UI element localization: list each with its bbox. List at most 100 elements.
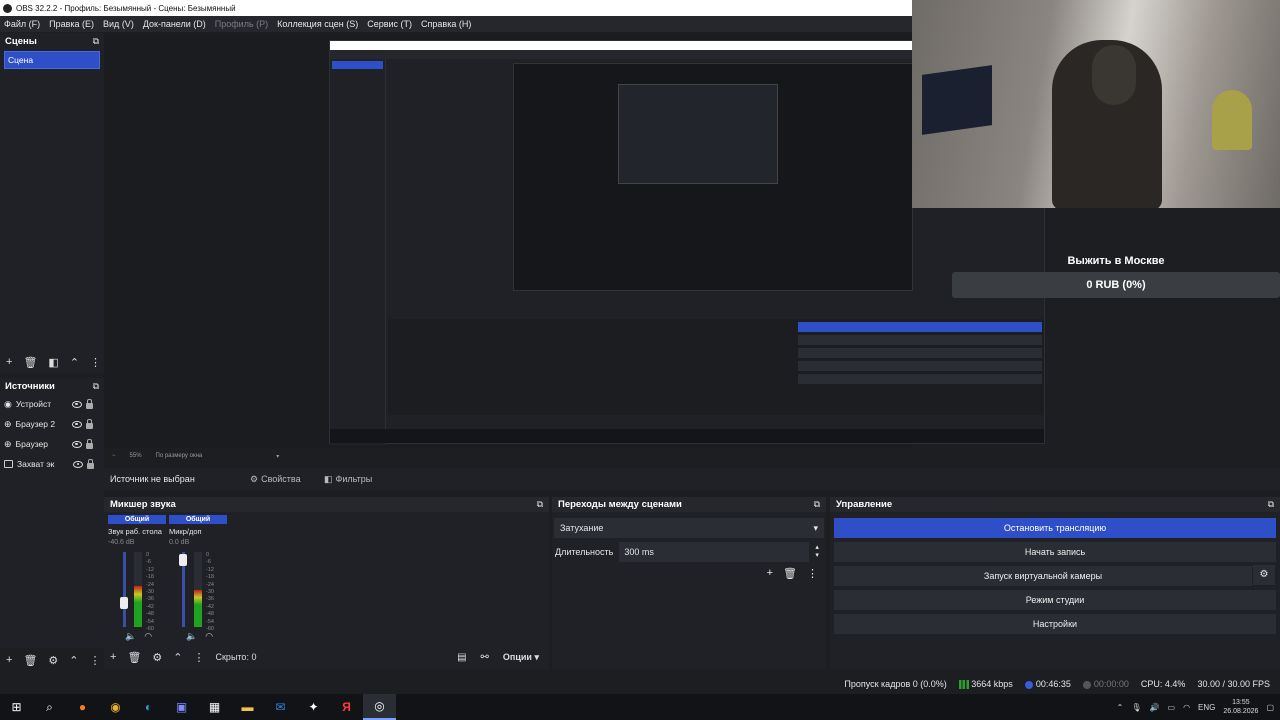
gear-icon[interactable]: ⚙ xyxy=(152,651,162,664)
add-icon[interactable]: + xyxy=(110,651,116,663)
virtual-cam-button[interactable]: Запуск виртуальной камеры xyxy=(984,571,1102,581)
wifi-icon[interactable]: ◠ xyxy=(1183,703,1190,712)
eye-icon[interactable] xyxy=(71,420,82,428)
undock-icon[interactable]: ⧉ xyxy=(537,499,543,510)
nested-scene xyxy=(332,61,383,69)
duration-input[interactable]: 300 ms xyxy=(619,542,810,562)
menu-file[interactable]: Файл (F) xyxy=(4,19,40,29)
firefox-icon[interactable]: ● xyxy=(66,694,99,720)
move-up-icon[interactable]: ⌃ xyxy=(173,651,182,664)
studio-mode-button[interactable]: Режим студии xyxy=(834,590,1276,610)
move-up-icon[interactable]: ⌃ xyxy=(70,356,79,369)
clock[interactable]: 13:55 26.08.2026 xyxy=(1223,698,1258,716)
trash-icon[interactable]: 🗑 xyxy=(127,651,141,664)
more-icon[interactable]: ⋮ xyxy=(807,567,818,580)
headphones-icon[interactable]: ◠ xyxy=(144,631,152,642)
trash-icon[interactable]: 🗑 xyxy=(23,654,37,667)
start-icon[interactable]: ⊞ xyxy=(0,694,33,720)
scenes-dock: Сцены ⧉ Сцена + 🗑 ◧ ⌃ ⋮ xyxy=(0,33,104,373)
sources-title: Источники xyxy=(5,380,55,392)
menu-scene-collection[interactable]: Коллекция сцен (S) xyxy=(277,19,358,29)
lock-icon[interactable] xyxy=(85,418,93,429)
chevron-up-icon[interactable]: ⌃ xyxy=(1117,703,1124,712)
undock-icon[interactable]: ⧉ xyxy=(814,499,820,510)
transition-select[interactable]: Затухание ▾ xyxy=(554,518,824,538)
link-icon[interactable]: ⚯ xyxy=(481,652,489,663)
eye-icon[interactable] xyxy=(73,460,83,468)
window-title: OBS 32.2.2 - Профиль: Безымянный - Сцены… xyxy=(16,3,236,13)
start-record-button[interactable]: Начать запись xyxy=(834,542,1276,562)
speaker-icon[interactable]: 🔈 xyxy=(186,631,197,642)
zoom-fit[interactable]: По размеру окна xyxy=(156,453,203,459)
scale-tick: 0 xyxy=(206,552,210,558)
chevron-down-icon[interactable]: ▾ xyxy=(276,453,279,460)
zoom-level[interactable]: 55% xyxy=(130,453,142,459)
stop-stream-button[interactable]: Остановить трансляцию xyxy=(834,518,1276,538)
edge-icon[interactable]: ◐ xyxy=(132,694,165,720)
more-icon[interactable]: ⋮ xyxy=(194,651,205,664)
more-icon[interactable]: ⋮ xyxy=(90,654,101,667)
filters-button[interactable]: ◧ Фильтры xyxy=(324,474,398,485)
source-row[interactable]: ⊕ Браузер 2 xyxy=(0,414,104,434)
undock-icon[interactable]: ⧉ xyxy=(1268,499,1274,510)
lock-icon[interactable] xyxy=(85,398,93,409)
save-icon[interactable]: ▣ xyxy=(165,694,198,720)
fader-knob[interactable] xyxy=(120,597,128,609)
menu-edit[interactable]: Правка (E) xyxy=(49,19,94,29)
channel-name[interactable]: Микр/доп xyxy=(169,527,227,536)
battery-icon[interactable]: ▭ xyxy=(1168,703,1176,712)
source-row[interactable]: ⊕ Браузер xyxy=(0,434,104,454)
volume-icon[interactable]: 🔊 xyxy=(1150,703,1160,712)
search-icon[interactable]: ⌕ xyxy=(33,694,66,720)
options-button[interactable]: Опции ▾ xyxy=(503,652,539,663)
eye-icon[interactable] xyxy=(71,400,82,408)
fader-knob[interactable] xyxy=(179,554,187,566)
menu-help[interactable]: Справка (H) xyxy=(421,19,471,29)
add-icon[interactable]: + xyxy=(6,654,12,666)
undock-icon[interactable]: ⧉ xyxy=(93,36,99,47)
speaker-icon[interactable]: 🔈 xyxy=(125,631,136,642)
more-icon[interactable]: ⋮ xyxy=(90,356,101,369)
yandex-icon[interactable]: Я xyxy=(330,694,363,720)
menu-tools[interactable]: Сервис (T) xyxy=(367,19,412,29)
folder-icon[interactable]: ▬ xyxy=(231,694,264,720)
properties-button[interactable]: ⚙ Свойства xyxy=(250,474,324,485)
store-icon[interactable]: ▦ xyxy=(198,694,231,720)
settings-button[interactable]: Настройки xyxy=(834,614,1276,634)
virtual-cam-gear-icon[interactable]: ⚙ xyxy=(1253,565,1275,585)
headphones-icon[interactable]: ◠ xyxy=(205,631,213,642)
monitor-icon xyxy=(4,460,13,468)
mic-icon[interactable]: 🎙 xyxy=(1131,703,1141,712)
lock-icon[interactable] xyxy=(85,438,93,449)
spin-icon[interactable]: ▴ ▾ xyxy=(815,544,819,560)
menu-docks[interactable]: Док-панели (D) xyxy=(143,19,206,29)
sparkle-icon[interactable]: ✦ xyxy=(297,694,330,720)
gear-icon[interactable]: ⚙ xyxy=(48,654,58,667)
filter-icon[interactable]: ◧ xyxy=(48,356,58,369)
source-row[interactable]: Захват эк xyxy=(0,454,104,474)
eye-icon[interactable] xyxy=(71,440,82,448)
zoom-minus-icon[interactable]: − xyxy=(112,453,116,459)
channel-name[interactable]: Звук раб. стола xyxy=(108,527,166,536)
obs-taskbar-icon[interactable]: ◎ xyxy=(363,694,396,720)
menu-view[interactable]: Вид (V) xyxy=(103,19,134,29)
layout-icon[interactable]: ▤ xyxy=(457,652,466,663)
obs-logo-icon xyxy=(3,3,12,13)
no-source-label: Источник не выбран xyxy=(110,474,195,484)
chrome-icon[interactable]: ◉ xyxy=(99,694,132,720)
trash-icon[interactable]: 🗑 xyxy=(23,356,37,369)
undock-icon[interactable]: ⧉ xyxy=(93,381,99,392)
add-icon[interactable]: + xyxy=(6,356,12,368)
scene-item[interactable]: Сцена xyxy=(4,51,100,69)
add-icon[interactable]: + xyxy=(767,567,773,580)
mail-icon[interactable]: ✉ xyxy=(264,694,297,720)
language-indicator[interactable]: ENG xyxy=(1198,703,1215,712)
source-row[interactable]: ◉ Устройст xyxy=(0,394,104,414)
volume-fader[interactable] xyxy=(123,552,126,627)
lock-icon[interactable] xyxy=(87,458,94,469)
move-up-icon[interactable]: ⌃ xyxy=(69,654,78,667)
trash-icon[interactable]: 🗑 xyxy=(783,567,797,580)
notification-icon[interactable]: ▢ xyxy=(1266,703,1274,712)
camera-icon: ◉ xyxy=(4,398,12,409)
clock-date: 26.08.2026 xyxy=(1223,708,1259,715)
